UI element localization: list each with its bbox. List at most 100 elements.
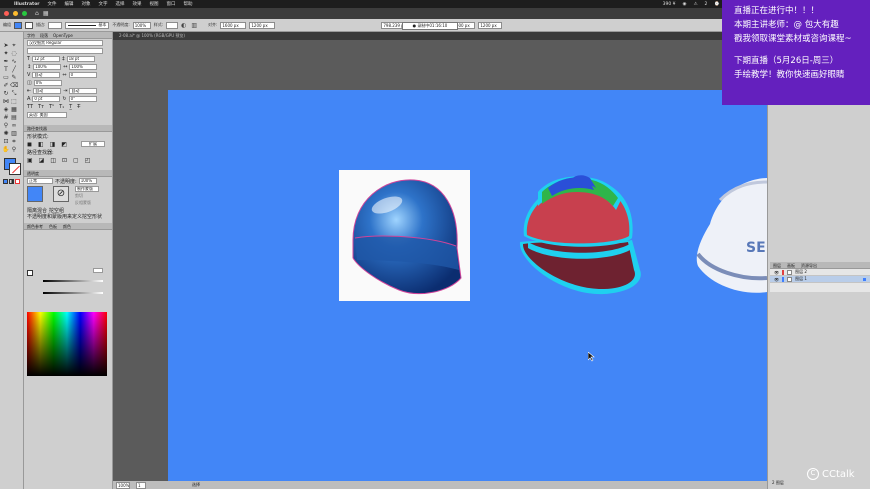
clip-checkbox[interactable]: 剪切 — [75, 193, 99, 199]
menu-effect[interactable]: 效果 — [133, 1, 142, 7]
leading-field[interactable]: 18 pt — [66, 56, 95, 62]
white-helmet-illustration[interactable]: SE — [690, 174, 767, 304]
tab-character[interactable]: 字符 — [27, 32, 35, 38]
make-mask-button[interactable]: 制作蒙版 — [75, 186, 99, 192]
tab-color[interactable]: 颜色 — [63, 223, 71, 229]
color-slider-2[interactable] — [43, 292, 103, 294]
live-stream-banner[interactable]: 直播正在进行中！！！ 本期主讲老师：@ 包大有趣 戳我领取课堂素材或咨询课程~ … — [722, 0, 870, 105]
tab-color-guide[interactable]: 颜色参考 — [27, 223, 43, 229]
free-transform-icon[interactable]: ⬚ — [10, 98, 18, 106]
tab-artboards[interactable]: 画板 — [787, 262, 795, 268]
tab-swatches[interactable]: 色板 — [49, 223, 57, 229]
tsume-field[interactable]: 0% — [33, 80, 62, 86]
menu-object[interactable]: 对象 — [82, 1, 91, 7]
document-tab[interactable]: 2-08.ai* @ 100% (RGB/GPU 预览) — [113, 32, 770, 40]
close-window-button[interactable] — [4, 11, 9, 16]
layer-row-selected[interactable]: 👁 图层 1 — [770, 276, 870, 283]
gradient-button[interactable] — [9, 179, 14, 184]
aki-right-field[interactable]: 自动 — [69, 88, 98, 94]
transparency-tab[interactable]: 透明度 — [24, 170, 112, 177]
zoom-tool-icon[interactable]: ⚲ — [10, 146, 18, 154]
artboard-width-field[interactable]: 1600 px — [220, 21, 247, 29]
visibility-eye-icon[interactable]: 👁 — [774, 270, 779, 275]
superscript-icon[interactable]: T¹ — [49, 104, 54, 110]
artboard-height-field[interactable]: 1200 px — [249, 21, 276, 29]
color-value-field[interactable] — [93, 268, 103, 273]
mesh-tool-icon[interactable]: # — [2, 114, 10, 122]
home-icon[interactable]: ⌂ — [35, 10, 39, 17]
crop-icon[interactable]: ⊡ — [62, 157, 67, 164]
style-select[interactable] — [166, 21, 179, 29]
tab-asset-export[interactable]: 资源导出 — [801, 262, 817, 268]
curvature-tool-icon[interactable]: ∿ — [10, 58, 18, 66]
lasso-icon[interactable]: ◌ — [10, 50, 18, 58]
opacity-mask-checkbox[interactable]: 不透明度和蒙版用来定义挖空形状 — [27, 213, 102, 220]
minimize-window-button[interactable] — [13, 11, 18, 16]
rotate-tool-icon[interactable]: ↻ — [2, 90, 10, 98]
menu-select[interactable]: 选择 — [116, 1, 125, 7]
magic-wand-icon[interactable]: ✦ — [2, 50, 10, 58]
color-spectrum[interactable] — [27, 312, 107, 376]
minus-front-icon[interactable]: ◧ — [38, 141, 44, 148]
divide-icon[interactable]: ▣ — [27, 157, 33, 164]
paintbrush-icon[interactable]: ✎ — [10, 74, 18, 82]
workspace-icon[interactable]: ▦ — [43, 10, 49, 17]
rectangle-tool-icon[interactable]: ▭ — [2, 74, 10, 82]
kerning-field[interactable]: 自动 — [32, 72, 61, 78]
shape-builder-icon[interactable]: ◈ — [2, 106, 10, 114]
layer-row[interactable]: 👁 图层 2 — [770, 269, 870, 276]
baseline-field[interactable]: 0 pt — [32, 96, 61, 102]
color-button[interactable] — [3, 179, 8, 184]
status-mode[interactable]: 选择 — [192, 482, 200, 488]
eyedropper-icon[interactable]: ⚲ — [2, 122, 10, 130]
width-tool-icon[interactable]: ⋈ — [2, 98, 10, 106]
blend-mode-select[interactable]: 正常 — [27, 178, 53, 184]
exclude-icon[interactable]: ◩ — [61, 141, 67, 148]
invert-mask-checkbox[interactable]: 反相蒙版 — [75, 200, 99, 206]
symbol-sprayer-icon[interactable]: ✺ — [2, 130, 10, 138]
intersect-icon[interactable]: ◨ — [50, 141, 56, 148]
menu-help[interactable]: 帮助 — [184, 1, 193, 7]
opacity-field[interactable]: 100% — [132, 21, 151, 29]
scale-tool-icon[interactable]: ⤡ — [10, 90, 18, 98]
all-caps-icon[interactable]: TT — [27, 104, 33, 110]
unite-icon[interactable]: ◼ — [27, 141, 32, 148]
artboard-tool-icon[interactable]: ⊡ — [2, 138, 10, 146]
direct-selection-tool-icon[interactable]: ⌖ — [10, 42, 18, 50]
horizontal-scale-field[interactable]: 100% — [69, 64, 98, 70]
stroke-profile-select[interactable]: 基本 — [65, 21, 110, 29]
visibility-eye-icon[interactable]: 👁 — [774, 277, 779, 282]
font-size-field[interactable]: 12 pt — [32, 56, 61, 62]
zoom-window-button[interactable] — [22, 11, 27, 16]
language-select[interactable]: 英语: 美国 — [27, 112, 67, 118]
merge-icon[interactable]: ◫ — [50, 157, 56, 164]
recolor-icon[interactable]: ◐ — [181, 22, 186, 29]
font-style-select[interactable] — [27, 48, 103, 54]
pathfinder-tab[interactable]: 路径查找器 — [24, 125, 112, 132]
strikethrough-icon[interactable]: T̶ — [77, 104, 80, 110]
menu-window[interactable]: 窗口 — [167, 1, 176, 7]
selection-indicator[interactable] — [863, 277, 866, 281]
selection-tool-icon[interactable]: ➤ — [2, 42, 10, 50]
menu-illustrator[interactable]: Illustrator — [14, 2, 40, 7]
menu-type[interactable]: 文字 — [99, 1, 108, 7]
reference-photo[interactable] — [339, 170, 470, 301]
tracking-field[interactable]: 0 — [68, 72, 97, 78]
h-field[interactable]: 1200 px — [478, 21, 503, 29]
aki-left-field[interactable]: 自动 — [33, 88, 62, 94]
gradient-tool-icon[interactable]: ▤ — [10, 114, 18, 122]
line-tool-icon[interactable]: ╱ — [10, 66, 18, 74]
tab-paragraph[interactable]: 段落 — [40, 32, 48, 38]
stroke-swatch[interactable] — [25, 21, 33, 29]
expand-button[interactable]: 扩展 — [81, 141, 105, 147]
graph-tool-icon[interactable]: ▥ — [10, 130, 18, 138]
small-caps-icon[interactable]: Tт — [38, 104, 44, 110]
color-slider-1[interactable] — [43, 280, 103, 282]
pen-tool-icon[interactable]: ✒ — [2, 58, 10, 66]
eraser-icon[interactable]: ⌫ — [10, 82, 18, 90]
char-rotate-field[interactable]: 0° — [68, 96, 97, 102]
stroke-weight-field[interactable] — [48, 21, 63, 29]
underline-icon[interactable]: T̲ — [69, 104, 72, 110]
tab-layers[interactable]: 图层 — [773, 262, 781, 268]
perspective-grid-icon[interactable]: ▦ — [10, 106, 18, 114]
